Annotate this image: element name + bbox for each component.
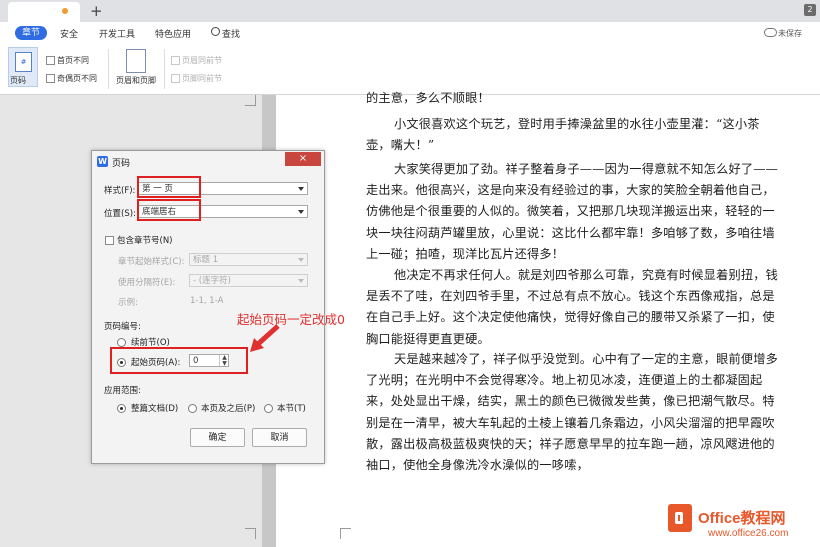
cloud-icon xyxy=(764,28,777,37)
odd-even-diff-checkbox[interactable] xyxy=(46,74,55,83)
logo-name: Office教程网 xyxy=(698,510,786,527)
chevron-down-icon xyxy=(298,187,304,191)
office-logo-icon xyxy=(668,504,692,532)
menu-dev-tools[interactable]: 开发工具 xyxy=(99,27,135,40)
window-count-badge[interactable]: 2 xyxy=(804,4,816,16)
tab-bar xyxy=(0,0,820,22)
menu-chapter[interactable]: 章节 xyxy=(15,26,47,40)
cancel-button[interactable]: 取消 xyxy=(252,428,307,447)
footer-same-prev-label: 页脚同前节 xyxy=(182,74,222,83)
whole-doc-radio[interactable] xyxy=(117,404,126,413)
ok-button[interactable]: 确定 xyxy=(190,428,245,447)
first-page-diff-checkbox[interactable] xyxy=(46,56,55,65)
highlight-box xyxy=(137,199,201,221)
chevron-down-icon xyxy=(298,258,304,262)
chevron-down-icon xyxy=(298,279,304,283)
highlight-box xyxy=(137,176,201,198)
page-number-label: 页码 xyxy=(10,76,26,85)
ribbon-divider xyxy=(164,49,165,89)
header-same-prev-checkbox[interactable] xyxy=(171,56,180,65)
this-section-label: 本节(T) xyxy=(277,404,306,414)
header-footer-button[interactable]: 页眉和页脚 xyxy=(116,75,156,86)
unsaved-dot-icon xyxy=(62,8,68,14)
unsaved-status[interactable]: 未保存 xyxy=(778,28,802,39)
chapter-start-value: 标题 1 xyxy=(193,255,219,265)
numbering-section-title: 页码编号: xyxy=(104,322,141,332)
scope-section-title: 应用范围: xyxy=(104,386,141,396)
close-button[interactable]: × xyxy=(285,152,321,166)
margin-corner-mark xyxy=(245,95,256,106)
new-tab-button[interactable]: + xyxy=(90,2,103,20)
menu-find[interactable]: 查找 xyxy=(222,27,240,40)
separator-label: 使用分隔符(E): xyxy=(118,278,176,288)
document-paragraph: 大家笑得更加了劲。祥子整着身子——因为一得意就不知怎么好了——走出来。他很高兴，… xyxy=(366,162,779,261)
document-paragraph: 他决定不再求任何人。就是刘四爷那么可靠，究竟有时候显着别扭，钱是丢不了哇，在刘四… xyxy=(366,268,779,346)
whole-doc-label: 整篇文档(D) xyxy=(131,404,179,414)
dialog-title: 页码 xyxy=(112,159,131,169)
highlight-box xyxy=(110,347,248,374)
margin-corner-mark xyxy=(245,528,256,539)
logo-url: www.office26.com xyxy=(708,528,789,539)
wps-logo-icon: W xyxy=(97,156,108,167)
style-label: 样式(F): xyxy=(104,186,136,196)
include-chapter-label: 包含章节号(N) xyxy=(117,236,173,246)
this-section-radio[interactable] xyxy=(264,404,273,413)
example-value: 1-1, 1-A xyxy=(190,296,224,306)
header-same-prev-label: 页眉同前节 xyxy=(182,56,222,65)
header-footer-icon[interactable] xyxy=(126,49,146,73)
separator-value: - (连字符) xyxy=(193,276,231,286)
position-label: 位置(S): xyxy=(104,209,136,219)
ribbon-divider xyxy=(108,49,109,89)
continue-prev-radio[interactable] xyxy=(117,338,126,347)
footer-same-prev-checkbox[interactable] xyxy=(171,74,180,83)
odd-even-diff-label: 奇偶页不同 xyxy=(57,74,97,83)
chapter-start-select[interactable]: 标题 1 xyxy=(189,253,308,266)
document-paragraph: 的主意，多么不顺眼！ xyxy=(366,91,490,105)
this-page-after-label: 本页及之后(P) xyxy=(201,404,256,414)
search-icon[interactable] xyxy=(211,27,220,36)
menu-security[interactable]: 安全 xyxy=(60,27,78,40)
document-paragraph: 天是越来越冷了，祥子似乎没觉到。心中有了一定的主意，眼前便增多了光明；在光明中不… xyxy=(366,352,779,473)
include-chapter-checkbox[interactable] xyxy=(105,236,114,245)
this-page-after-radio[interactable] xyxy=(188,404,197,413)
document-paragraph: 小文很喜欢这个玩艺，登时用手捧澡盆里的水往小壶里灌：“这小茶壶，嘴大！” xyxy=(366,117,760,153)
menu-special-apps[interactable]: 特色应用 xyxy=(155,27,191,40)
chapter-start-label: 章节起始样式(C): xyxy=(118,257,185,267)
document-tab[interactable] xyxy=(8,2,80,22)
page-number-icon: # xyxy=(15,52,32,72)
margin-corner-mark xyxy=(340,528,351,539)
annotation-text: 起始页码一定改成0 xyxy=(237,312,345,327)
chevron-down-icon xyxy=(298,210,304,214)
first-page-diff-label: 首页不同 xyxy=(57,56,89,65)
example-label: 示例: xyxy=(118,298,138,308)
separator-select[interactable]: - (连字符) xyxy=(189,274,308,287)
